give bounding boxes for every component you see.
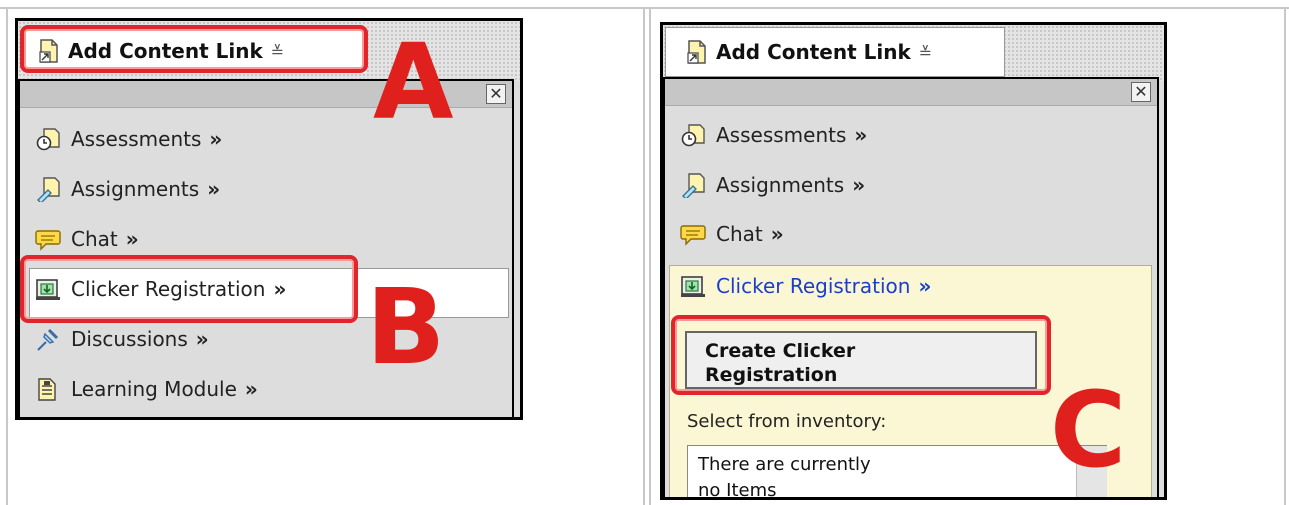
more-indicator: »: [207, 177, 221, 201]
discussions-icon: [37, 328, 59, 351]
close-icon[interactable]: ✕: [1131, 82, 1151, 102]
menu-header: [665, 79, 1157, 106]
select-inventory-label: Select from inventory:: [687, 411, 887, 432]
more-indicator: »: [195, 327, 209, 351]
menu-item-assignments[interactable]: Assignments »: [35, 176, 220, 202]
chevron-down-icon: ≚: [918, 42, 933, 62]
menu-item-clicker-registration[interactable]: Clicker Registration »: [680, 273, 931, 299]
menu-item-assessments[interactable]: Assessments »: [680, 122, 867, 148]
highlight-clicker-registration: [20, 255, 358, 323]
assignments-icon: [37, 177, 60, 202]
assignments-icon: [682, 173, 705, 198]
menu-item-label: Chat: [716, 222, 763, 246]
menu-item-label: Learning Module: [71, 377, 237, 401]
table-divider-outer: [643, 7, 645, 505]
annotation-label-c: C: [1050, 369, 1127, 491]
more-indicator: »: [852, 173, 866, 197]
add-content-link-label: Add Content Link: [716, 40, 911, 64]
menu-item-label: Assignments: [716, 173, 845, 197]
table-border-left: [6, 7, 8, 505]
chat-icon: [680, 225, 706, 246]
menu-item-chat[interactable]: Chat »: [35, 226, 139, 252]
add-content-link-button[interactable]: Add Content Link ≚: [665, 27, 1005, 77]
more-indicator: »: [770, 222, 784, 246]
more-indicator: »: [125, 227, 139, 251]
more-indicator: »: [854, 123, 868, 147]
menu-item-label: Assessments: [716, 123, 847, 147]
menu-item-discussions[interactable]: Discussions »: [35, 326, 209, 352]
menu-item-learning-module[interactable]: Learning Module »: [35, 376, 258, 402]
annotation-label-b: B: [366, 266, 446, 388]
more-indicator: »: [244, 377, 258, 401]
table-border-right: [1284, 7, 1286, 505]
inventory-empty-line-1: There are currently: [698, 454, 871, 475]
assessments-icon: [36, 128, 60, 151]
menu-item-assignments[interactable]: Assignments »: [680, 172, 865, 198]
menu-item-assessments[interactable]: Assessments »: [35, 126, 222, 152]
assessments-icon: [681, 124, 705, 147]
close-icon[interactable]: ✕: [486, 84, 506, 104]
highlight-create-clicker-registration: [671, 315, 1051, 395]
menu-item-chat[interactable]: Chat »: [680, 221, 784, 247]
menu-item-label: Assignments: [71, 177, 200, 201]
menu-item-label: Discussions: [71, 327, 188, 351]
more-indicator: »: [209, 127, 223, 151]
learning-module-icon: [38, 378, 56, 401]
inventory-empty-line-2: no Items: [698, 480, 777, 500]
menu-item-label: Assessments: [71, 127, 202, 151]
menu-item-label: Chat: [71, 227, 118, 251]
inventory-list[interactable]: There are currently no Items: [687, 445, 1107, 500]
table-divider-inner: [649, 7, 651, 505]
menu-item-label: Clicker Registration: [716, 274, 911, 298]
clicker-icon: [681, 276, 705, 297]
chat-icon: [35, 230, 61, 251]
highlight-add-content-link: [20, 25, 368, 73]
more-indicator: »: [918, 274, 932, 298]
content-link-icon: [687, 40, 706, 64]
annotation-label-a: A: [373, 21, 454, 143]
